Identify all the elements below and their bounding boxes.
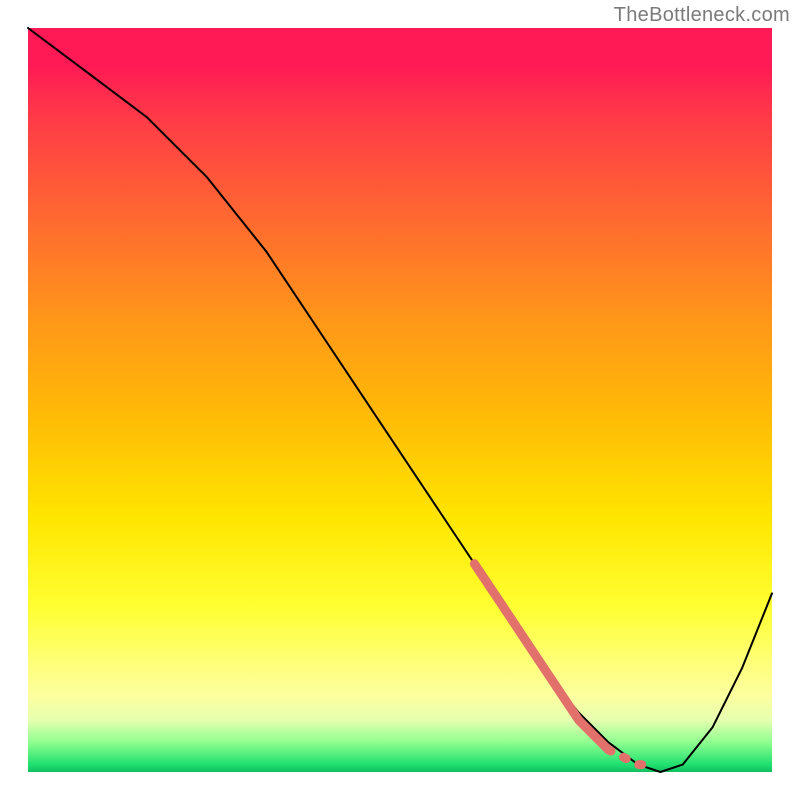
plot-area <box>28 28 772 772</box>
attribution-label: TheBottleneck.com <box>614 4 790 27</box>
chart-container: TheBottleneck.com <box>0 0 800 800</box>
bottleneck-curve-path <box>28 28 772 772</box>
chart-svg <box>28 28 772 772</box>
highlight-segment-dashed <box>608 750 653 765</box>
